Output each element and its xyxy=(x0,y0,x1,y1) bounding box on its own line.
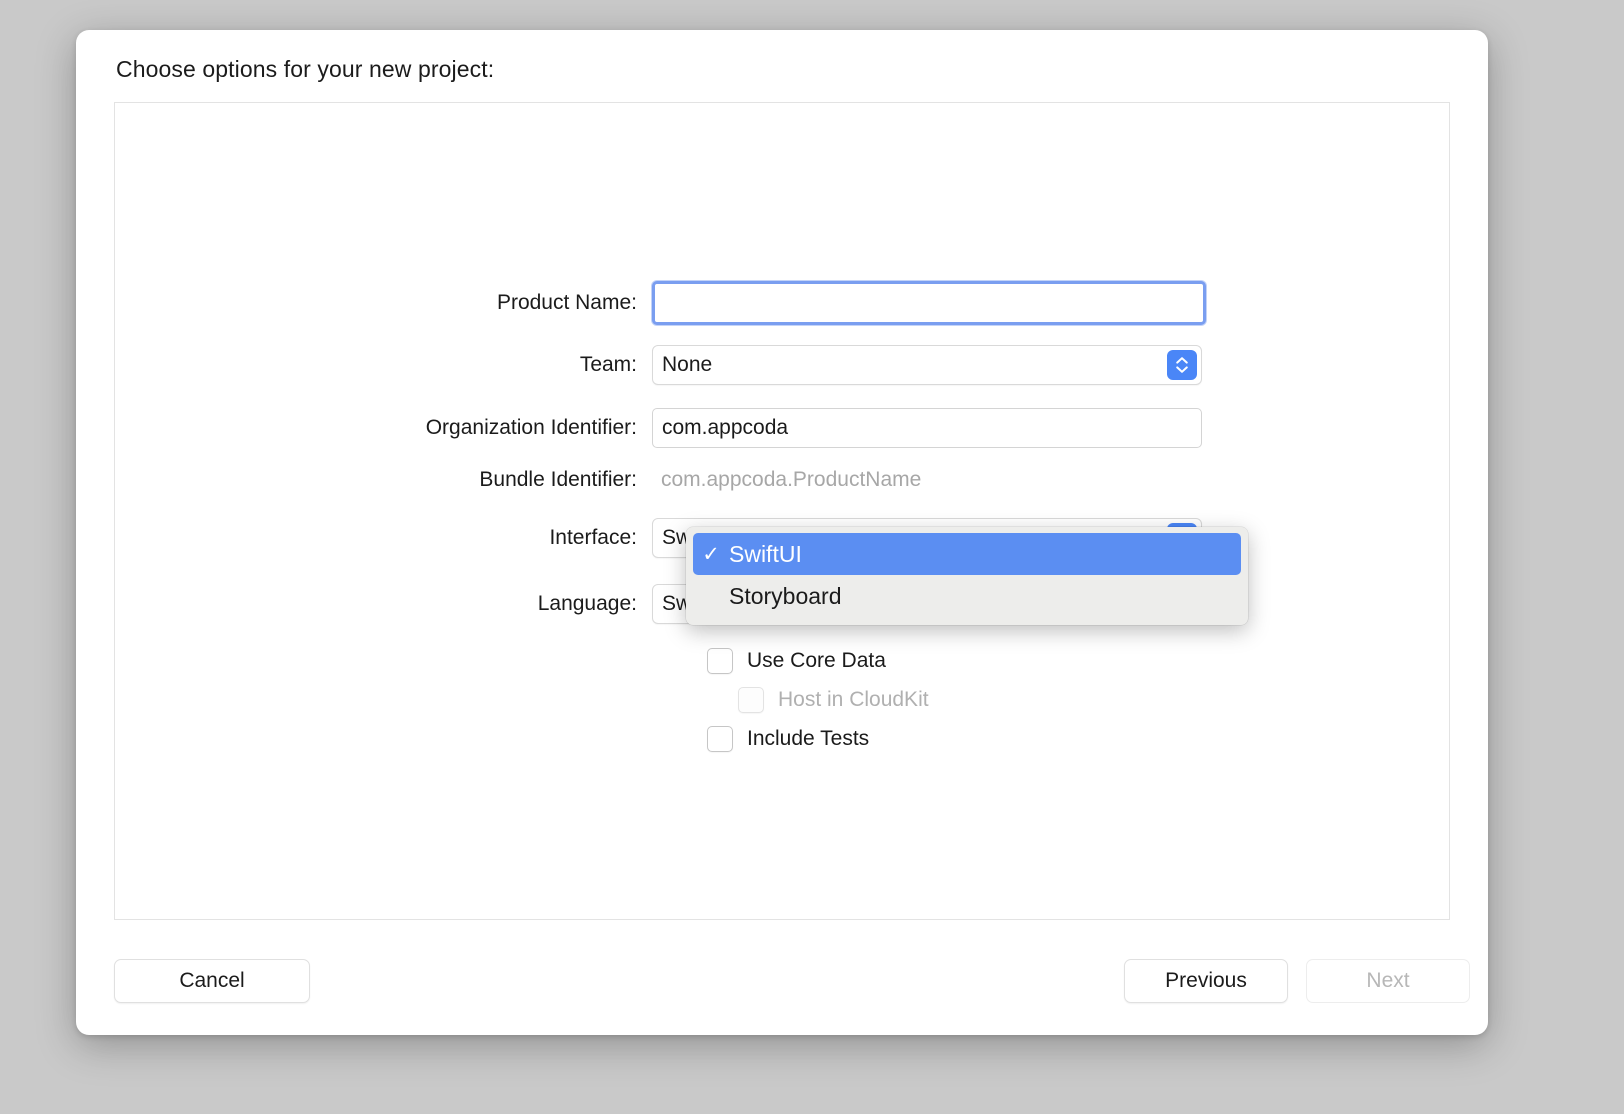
host-in-cloudkit-label: Host in CloudKit xyxy=(778,688,929,712)
bundle-identifier-control: com.appcoda.ProductName xyxy=(652,460,1202,500)
options-panel: Product Name: Team: None xyxy=(114,102,1450,920)
host-in-cloudkit-checkbox xyxy=(738,687,764,713)
checkbox-row-include-tests[interactable]: Include Tests xyxy=(707,724,869,754)
row-product-name: Product Name: xyxy=(115,281,1449,325)
row-team: Team: None xyxy=(115,343,1449,387)
chevron-updown-icon[interactable] xyxy=(1167,350,1197,380)
team-label: Team: xyxy=(115,353,652,377)
checkbox-row-use-core-data[interactable]: Use Core Data xyxy=(707,646,886,676)
team-value: None xyxy=(662,353,712,377)
interface-label: Interface: xyxy=(115,526,652,550)
bundle-identifier-label: Bundle Identifier: xyxy=(115,468,652,492)
team-control: None xyxy=(652,345,1202,385)
product-name-input[interactable] xyxy=(652,281,1206,325)
bundle-identifier-value: com.appcoda.ProductName xyxy=(652,460,1202,500)
checkbox-row-host-in-cloudkit: Host in CloudKit xyxy=(738,685,929,715)
menu-item-storyboard[interactable]: Storyboard xyxy=(693,575,1241,617)
cancel-button[interactable]: Cancel xyxy=(114,959,310,1003)
product-name-control xyxy=(652,281,1206,325)
include-tests-label: Include Tests xyxy=(747,727,869,751)
new-project-options-dialog: Choose options for your new project: Pro… xyxy=(76,30,1488,1035)
next-button: Next xyxy=(1306,959,1470,1003)
team-select[interactable]: None xyxy=(652,345,1202,385)
dialog-footer: Cancel Previous Next xyxy=(76,959,1488,1007)
checkmark-icon: ✓ xyxy=(693,542,729,567)
organization-identifier-label: Organization Identifier: xyxy=(115,416,652,440)
include-tests-checkbox[interactable] xyxy=(707,726,733,752)
previous-button[interactable]: Previous xyxy=(1124,959,1288,1003)
menu-item-storyboard-label: Storyboard xyxy=(729,583,842,610)
organization-identifier-value: com.appcoda xyxy=(662,416,788,440)
use-core-data-label: Use Core Data xyxy=(747,649,886,673)
product-name-label: Product Name: xyxy=(115,291,652,315)
organization-identifier-input[interactable]: com.appcoda xyxy=(652,408,1202,448)
interface-dropdown-menu[interactable]: ✓ SwiftUI Storyboard xyxy=(686,527,1248,625)
use-core-data-checkbox[interactable] xyxy=(707,648,733,674)
page-title: Choose options for your new project: xyxy=(116,56,494,83)
language-label: Language: xyxy=(115,592,652,616)
organization-identifier-control: com.appcoda xyxy=(652,408,1202,448)
menu-item-swiftui[interactable]: ✓ SwiftUI xyxy=(693,533,1241,575)
row-organization-identifier: Organization Identifier: com.appcoda xyxy=(115,406,1449,450)
row-bundle-identifier: Bundle Identifier: com.appcoda.ProductNa… xyxy=(115,458,1449,502)
menu-item-swiftui-label: SwiftUI xyxy=(729,541,802,568)
